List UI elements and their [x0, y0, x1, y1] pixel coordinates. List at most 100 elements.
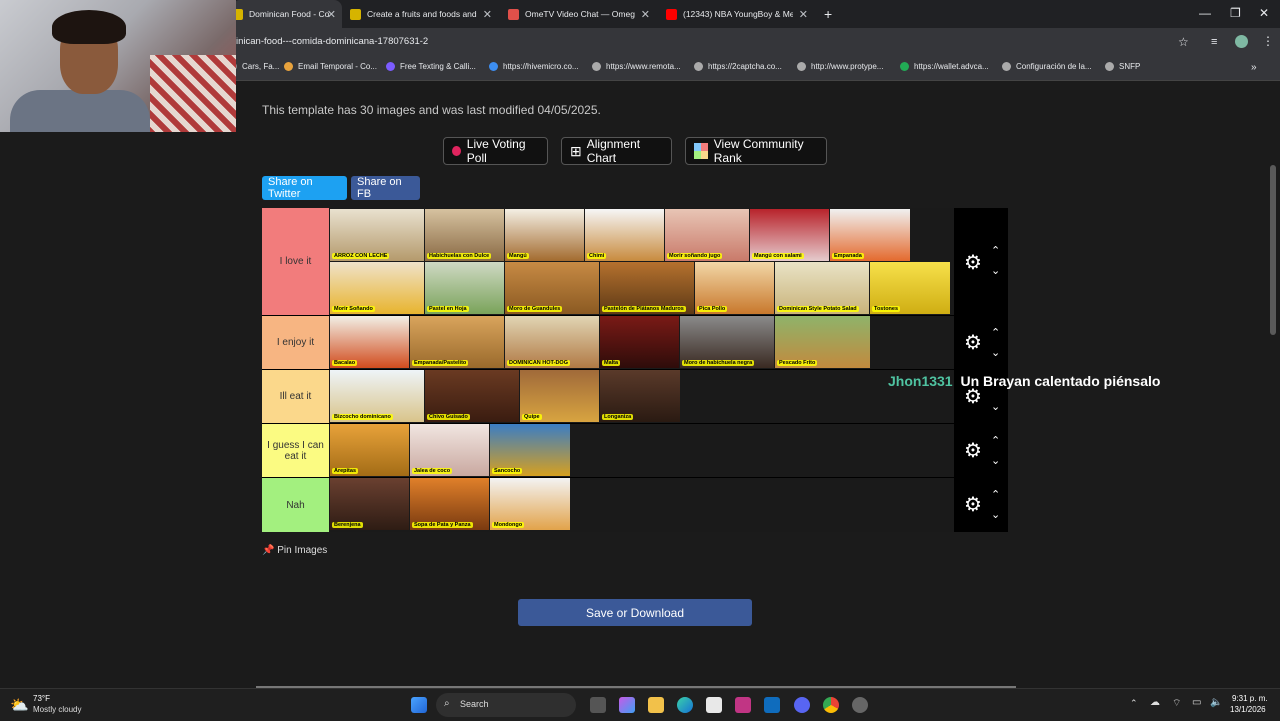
- food-image[interactable]: Mangú: [505, 209, 584, 261]
- gear-icon[interactable]: ⚙: [964, 438, 982, 463]
- chevron-up-icon[interactable]: ⌃: [991, 326, 1000, 339]
- gear-icon[interactable]: ⚙: [964, 492, 982, 517]
- task-view-icon[interactable]: [590, 697, 606, 713]
- profile-avatar[interactable]: [1235, 35, 1248, 48]
- food-image[interactable]: Dominican Style Potato Salad: [775, 262, 869, 314]
- bookmark-item[interactable]: https://wallet.advca...: [900, 62, 989, 71]
- bookmark-item[interactable]: http://www.protype...: [797, 62, 883, 71]
- mail-icon[interactable]: [764, 697, 780, 713]
- onedrive-icon[interactable]: ☁: [1150, 697, 1160, 708]
- chrome-icon[interactable]: [823, 697, 839, 713]
- chevron-down-icon[interactable]: ⌄: [991, 508, 1000, 521]
- food-image[interactable]: ARROZ CON LECHE: [330, 209, 424, 261]
- tier-label[interactable]: Nah: [262, 478, 329, 532]
- live-voting-poll-button[interactable]: Live Voting Poll: [443, 137, 548, 165]
- food-image[interactable]: Chimi: [585, 209, 664, 261]
- edge-icon[interactable]: [677, 697, 693, 713]
- tab-ometv[interactable]: OmeTV Video Chat — Omegle ✕: [508, 0, 656, 28]
- windows-start-icon[interactable]: [411, 697, 427, 713]
- restore-icon[interactable]: ❐: [1230, 6, 1241, 20]
- tab-youtube[interactable]: (12343) NBA YoungBoy & Melle ✕: [666, 0, 814, 28]
- bookmark-item[interactable]: Email Temporal - Co...: [284, 62, 377, 71]
- view-community-rank-button[interactable]: View Community Rank: [685, 137, 827, 165]
- food-image[interactable]: Bizcocho dominicano: [330, 370, 424, 422]
- settings-icon[interactable]: [852, 697, 868, 713]
- food-image[interactable]: Pica Pollo: [695, 262, 774, 314]
- close-tab-icon[interactable]: ✕: [483, 8, 492, 21]
- bookmark-item[interactable]: SNFP: [1105, 62, 1140, 71]
- minimize-icon[interactable]: —: [1199, 6, 1211, 20]
- close-tab-icon[interactable]: ✕: [327, 8, 336, 21]
- chevron-down-icon[interactable]: ⌄: [991, 346, 1000, 359]
- bookmark-item[interactable]: https://2captcha.co...: [694, 62, 782, 71]
- food-image[interactable]: Bacalao: [330, 316, 409, 368]
- food-image[interactable]: Mondongo: [490, 478, 570, 530]
- food-image[interactable]: Empanada: [830, 209, 910, 261]
- chevron-down-icon[interactable]: ⌄: [991, 264, 1000, 277]
- clock-date[interactable]: 13/1/2026: [1230, 705, 1266, 714]
- bookmark-item[interactable]: https://www.remota...: [592, 62, 681, 71]
- food-image[interactable]: Morir Soñando: [330, 262, 424, 314]
- menu-icon[interactable]: ⋮: [1262, 34, 1274, 48]
- share-twitter-button[interactable]: Share on Twitter: [262, 176, 347, 200]
- food-image[interactable]: Morir soñando jugo: [665, 209, 749, 261]
- tier-label[interactable]: Ill eat it: [262, 370, 329, 423]
- food-image[interactable]: Sancocho: [490, 424, 570, 476]
- chevron-down-icon[interactable]: ⌄: [991, 454, 1000, 467]
- pin-images-toggle[interactable]: 📌 Pin Images: [262, 545, 327, 556]
- food-image[interactable]: Quipe: [520, 370, 599, 422]
- tier-label[interactable]: I guess I can eat it: [262, 424, 329, 477]
- bookmark-item[interactable]: Configuración de la...: [1002, 62, 1092, 71]
- food-image[interactable]: Pastelón de Plátanos Maduros: [600, 262, 694, 314]
- vertical-scrollbar[interactable]: [1270, 165, 1276, 335]
- display-icon[interactable]: ▭: [1192, 697, 1201, 708]
- food-image[interactable]: Sopa de Pata y Panza: [410, 478, 489, 530]
- food-image[interactable]: Habichuelas con Dulce: [425, 209, 504, 261]
- food-image[interactable]: Arepitas: [330, 424, 409, 476]
- tab-dominican-food[interactable]: Dominican Food - Co ✕: [232, 0, 342, 28]
- gear-icon[interactable]: ⚙: [964, 250, 982, 275]
- network-icon[interactable]: ⌔: [1172, 697, 1181, 710]
- bookmark-item[interactable]: https://hivemicro.co...: [489, 62, 579, 71]
- share-fb-button[interactable]: Share on FB: [351, 176, 420, 200]
- food-image[interactable]: Jalea de coco: [410, 424, 489, 476]
- food-image[interactable]: Moro de habichuela negra: [680, 316, 774, 368]
- tier-label[interactable]: I love it: [262, 208, 329, 315]
- more-bookmarks-icon[interactable]: »: [1251, 62, 1257, 73]
- food-image[interactable]: Empanada/Pastelito: [410, 316, 504, 368]
- instagram-icon[interactable]: [735, 697, 751, 713]
- food-image[interactable]: Pastel en Hoja: [425, 262, 504, 314]
- new-tab-button[interactable]: +: [824, 0, 832, 28]
- clock-time[interactable]: 9:31 p. m.: [1232, 694, 1268, 703]
- url-field[interactable]: inican-food---comida-dominicana-17807631…: [236, 36, 428, 47]
- tab-create-fruits[interactable]: Create a fruits and foods and d ✕: [350, 0, 498, 28]
- save-download-button[interactable]: Save or Download: [518, 599, 752, 626]
- volume-icon[interactable]: 🔈: [1210, 697, 1222, 708]
- food-image[interactable]: Malta: [600, 316, 679, 368]
- food-image[interactable]: Moro de Guandules: [505, 262, 599, 314]
- star-icon[interactable]: ☆: [1178, 35, 1189, 49]
- copilot-icon[interactable]: [619, 697, 635, 713]
- close-window-icon[interactable]: ✕: [1259, 6, 1269, 20]
- food-image[interactable]: Berenjena: [330, 478, 409, 530]
- chevron-up-icon[interactable]: ⌃: [991, 488, 1000, 501]
- chevron-down-icon[interactable]: ⌄: [991, 400, 1000, 413]
- food-image[interactable]: Longaniza: [600, 370, 680, 422]
- food-image[interactable]: DOMINICAN HOT-DOG: [505, 316, 599, 368]
- file-explorer-icon[interactable]: [648, 697, 664, 713]
- food-image[interactable]: Mangú con salami: [750, 209, 829, 261]
- alignment-chart-button[interactable]: ⊞ Alignment Chart: [561, 137, 672, 165]
- store-icon[interactable]: [706, 697, 722, 713]
- food-image[interactable]: Tostones: [870, 262, 950, 314]
- close-tab-icon[interactable]: ✕: [799, 8, 808, 21]
- discord-icon[interactable]: [794, 697, 810, 713]
- tray-chevron-up-icon[interactable]: ⌃: [1130, 698, 1138, 709]
- food-image[interactable]: Chivo Guisado: [425, 370, 519, 422]
- tier-label[interactable]: I enjoy it: [262, 316, 329, 369]
- food-image[interactable]: Pescado Frito: [775, 316, 870, 368]
- gear-icon[interactable]: ⚙: [964, 330, 982, 355]
- close-tab-icon[interactable]: ✕: [641, 8, 650, 21]
- reading-list-icon[interactable]: ≡: [1211, 36, 1217, 48]
- taskbar-search[interactable]: ⌕ Search: [436, 693, 576, 717]
- chevron-up-icon[interactable]: ⌃: [991, 434, 1000, 447]
